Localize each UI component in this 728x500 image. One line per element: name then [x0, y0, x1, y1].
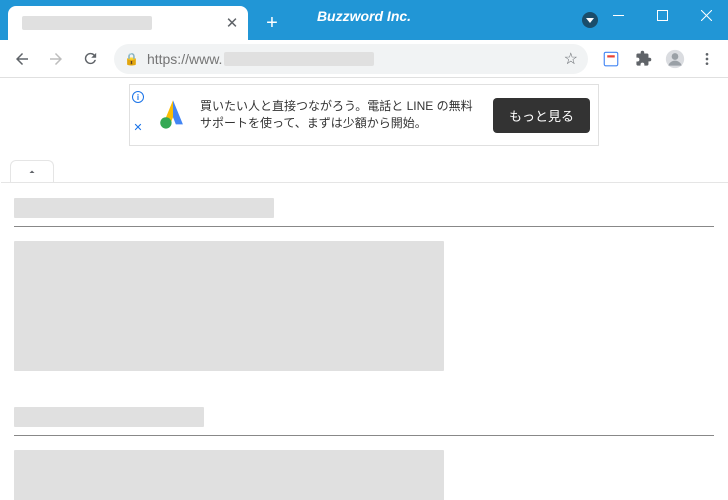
titlebar: ✕ + Buzzword Inc. [0, 0, 728, 40]
ad-close-icon[interactable]: ✕ [133, 121, 142, 134]
url-redacted [224, 52, 374, 66]
browser-tab[interactable]: ✕ [8, 6, 248, 40]
reload-button[interactable] [74, 43, 106, 75]
ad-cta-button[interactable]: もっと見る [493, 98, 590, 133]
content-block-placeholder [14, 241, 444, 371]
bookmark-star-icon[interactable]: ☆ [564, 49, 578, 69]
maximize-button[interactable] [640, 0, 684, 30]
collapse-toggle[interactable] [10, 160, 54, 182]
address-bar[interactable]: 🔒 https://www. ☆ [114, 44, 588, 74]
page-content: i ✕ 買いたい人と直接つながろう。電話と LINE の無料サポートを使って、ま… [0, 78, 728, 500]
minimize-button[interactable] [596, 0, 640, 30]
back-button[interactable] [6, 43, 38, 75]
subheading-placeholder [14, 407, 204, 427]
toolbar: 🔒 https://www. ☆ [0, 40, 728, 78]
ad-text: 買いたい人と直接つながろう。電話と LINE の無料サポートを使って、まずは少額… [200, 98, 483, 132]
divider [14, 226, 714, 227]
tab-close-button[interactable]: ✕ [224, 15, 240, 31]
extensions-puzzle-icon[interactable] [628, 44, 658, 74]
heading-placeholder [14, 198, 274, 218]
tab-title-redacted [22, 16, 152, 30]
ad-info-icon[interactable]: i [132, 91, 144, 103]
close-window-button[interactable] [684, 0, 728, 30]
forward-button[interactable] [40, 43, 72, 75]
divider [14, 435, 714, 436]
content-block-placeholder [14, 450, 444, 500]
url-text: https://www. [147, 51, 222, 67]
profile-avatar-icon[interactable] [660, 44, 690, 74]
lock-icon: 🔒 [124, 52, 139, 66]
window-controls [596, 0, 728, 30]
window-title: Buzzword Inc. [317, 8, 411, 24]
menu-button[interactable] [692, 44, 722, 74]
ad-banner[interactable]: i ✕ 買いたい人と直接つながろう。電話と LINE の無料サポートを使って、ま… [129, 84, 599, 146]
google-ads-logo-icon [156, 96, 190, 135]
new-tab-button[interactable]: + [258, 9, 286, 37]
extension-icon-1[interactable] [596, 44, 626, 74]
